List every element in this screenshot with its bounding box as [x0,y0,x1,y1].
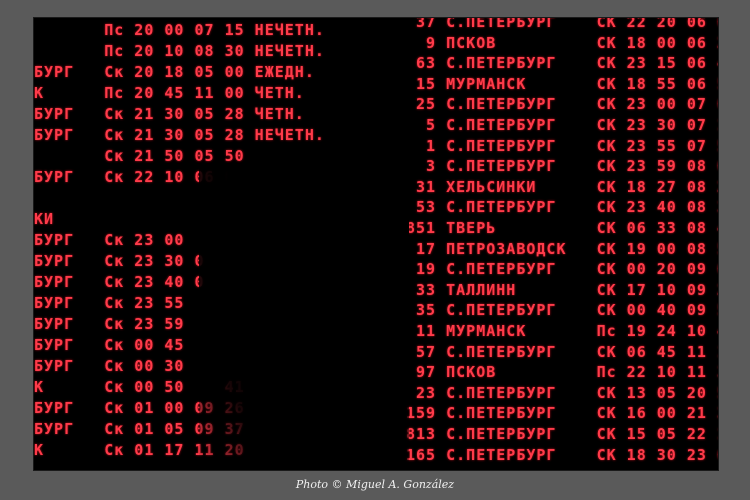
board-row: 31 ХЕЛЬСИНКИ СК 18 27 08 25 Е [416,177,718,196]
board-row: 57 С.ПЕТЕРБУРГ СК 06 45 11 15 Е [416,342,718,361]
board-row: 23 С.ПЕТЕРБУРГ СК 13 05 20 55 Е [416,383,718,402]
board-row: 3 С.ПЕТЕРБУРГ СК 23 59 08 00 Е [426,157,718,176]
board-row: 17 ПЕТРОЗАВОДСК СК 19 00 08 57 Е [416,239,718,258]
board-row: 15 МУРМАНСК СК 18 55 06 54 Е [416,74,718,93]
person-head-silhouette [289,153,359,233]
board-row: 1 С.ПЕТЕРБУРГ СК 23 55 07 55 Е [426,136,718,155]
photo-credit: Photo © Miguel A. González [295,478,455,491]
board-row: 9 ПСКОВ СК 18 00 06 25 Е [426,33,718,52]
board-row: 11 МУРМАНСК Пс 19 24 10 46 Е [416,322,718,340]
board-row: 813 С.ПЕТЕРБУРГ СК 15 05 22 13 Е [406,425,718,443]
board-row: 25 С.ПЕТЕРБУРГ СК 23 00 07 00 Е [416,95,718,114]
board-row: 851 ТВЕРЬ СК 06 33 08 41 Е [406,219,718,237]
photo-frame: Пс 20 00 07 15 НЕЧЕТН. Пс 20 10 08 30 НЕ… [33,17,719,471]
board-row: 53 С.ПЕТЕРБУРГ СК 23 40 08 35 Е [416,198,718,217]
board-row: 19 С.ПЕТЕРБУРГ СК 00 20 09 07 Е [416,260,718,279]
board-row: 159 С.ПЕТЕРБУРГ СК 16 00 21 30 Е [406,404,718,423]
board-row: 63 С.ПЕТЕРБУРГ СК 23 15 06 48 Е [416,54,718,73]
board-row: 37 С.ПЕТЕРБУРГ СК 22 20 06 05 Е [416,17,718,31]
board-row: 5 С.ПЕТЕРБУРГ СК 23 30 07 10 Е [426,116,718,134]
board-row: 165 С.ПЕТЕРБУРГ СК 18 30 23 00 Е [406,445,718,464]
board-row: 97 ПСКОВ Пс 22 10 11 30 Е [416,363,718,382]
board-row: 35 С.ПЕТЕРБУРГ СК 00 40 09 53 Е [416,301,718,320]
board-row: 33 ТАЛЛИНН СК 17 10 09 20 Е [416,280,718,299]
